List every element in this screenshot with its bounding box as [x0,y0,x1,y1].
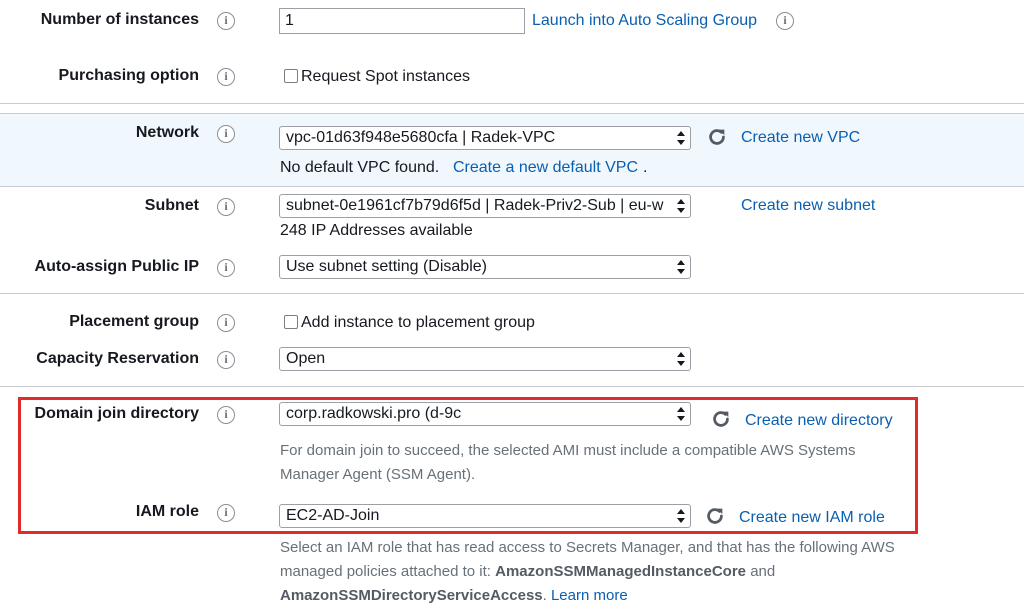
placement-checkbox[interactable] [284,315,298,329]
subnet-label: Subnet [144,197,199,214]
domain-join-label: Domain join directory [34,405,199,422]
create-vpc-link[interactable]: Create new VPC [741,129,860,147]
purchasing-option-label: Purchasing option [58,67,199,84]
policy-ssm-directory: AmazonSSMDirectoryServiceAccess [280,587,543,604]
network-label: Network [135,124,199,141]
divider-5 [0,386,1024,387]
iam-help-text-a: managed policies attached to it: [280,563,496,580]
launch-asg-link[interactable]: Launch into Auto Scaling Group [532,12,757,30]
chevron-updown-icon [677,509,685,523]
divider-2 [0,113,1024,114]
info-icon[interactable]: i [217,68,235,86]
subnet-select-value: subnet-0e1961cf7b79d6f5d | Radek-Priv2-S… [286,197,664,214]
chevron-updown-icon [676,197,686,215]
network-select[interactable]: vpc-01d63f948e5680cfa | Radek-VPC [279,126,691,150]
number-of-instances-label: Number of instances [40,11,199,28]
placement-group-label: Placement group [69,313,199,330]
chevron-updown-icon [677,131,685,145]
capacity-select[interactable]: Open [279,347,691,371]
divider-4 [0,293,1024,294]
create-iam-role-link[interactable]: Create new IAM role [739,509,885,527]
refresh-icon[interactable] [710,408,732,430]
create-directory-link[interactable]: Create new directory [745,412,893,430]
no-default-vpc-text: No default VPC found. [280,159,440,176]
domain-select[interactable]: corp.radkowski.pro (d-9c [279,402,691,426]
public-ip-label: Auto-assign Public IP [34,258,199,275]
info-icon[interactable]: i [217,504,235,522]
iam-help-line1: Select an IAM role that has read access … [280,539,895,556]
info-icon[interactable]: i [217,351,235,369]
create-default-vpc-link[interactable]: Create a new default VPC [453,159,638,177]
instances-input[interactable]: 1 [279,8,525,34]
info-icon[interactable]: i [217,125,235,143]
iam-help-period: . [542,587,547,604]
info-icon[interactable]: i [217,406,235,424]
spot-checkbox-label: Request Spot instances [301,68,470,85]
info-icon[interactable]: i [217,12,235,30]
network-select-value: vpc-01d63f948e5680cfa | Radek-VPC [286,129,556,146]
iam-help-text-b: and [746,563,776,580]
capacity-reservation-label: Capacity Reservation [36,350,199,367]
chevron-updown-icon [677,260,685,274]
iam-role-label: IAM role [135,503,199,520]
domain-select-value: corp.radkowski.pro (d-9c [286,405,462,422]
policy-ssm-core: AmazonSSMManagedInstanceCore [495,563,747,580]
capacity-select-value: Open [286,350,326,367]
chevron-updown-icon [677,407,685,421]
divider-1 [0,103,1024,104]
refresh-icon[interactable] [704,505,726,527]
divider-3 [0,186,1024,187]
chevron-updown-icon [677,352,685,366]
placement-checkbox-label: Add instance to placement group [301,314,535,331]
create-subnet-link[interactable]: Create new subnet [741,197,875,215]
period: . [643,159,648,176]
spot-checkbox[interactable] [284,69,298,83]
info-icon[interactable]: i [217,314,235,332]
domain-help-line1: For domain join to succeed, the selected… [280,442,856,459]
domain-help-line2: Manager Agent (SSM Agent). [280,466,476,483]
iam-role-select[interactable]: EC2-AD-Join [279,504,691,528]
learn-more-link[interactable]: Learn more [551,587,628,604]
subnet-select[interactable]: subnet-0e1961cf7b79d6f5d | Radek-Priv2-S… [279,194,691,218]
iam-help-line2: managed policies attached to it: AmazonS… [280,560,775,584]
ip-available-text: 248 IP Addresses available [280,222,473,239]
public-ip-select[interactable]: Use subnet setting (Disable) [279,255,691,279]
iam-help-line3: AmazonSSMDirectoryServiceAccess. Learn m… [280,584,628,608]
info-icon[interactable]: i [217,259,235,277]
info-icon[interactable]: i [217,198,235,216]
info-icon[interactable]: i [776,12,794,30]
iam-role-select-value: EC2-AD-Join [286,507,380,524]
public-ip-select-value: Use subnet setting (Disable) [286,258,487,275]
refresh-icon[interactable] [706,126,728,148]
